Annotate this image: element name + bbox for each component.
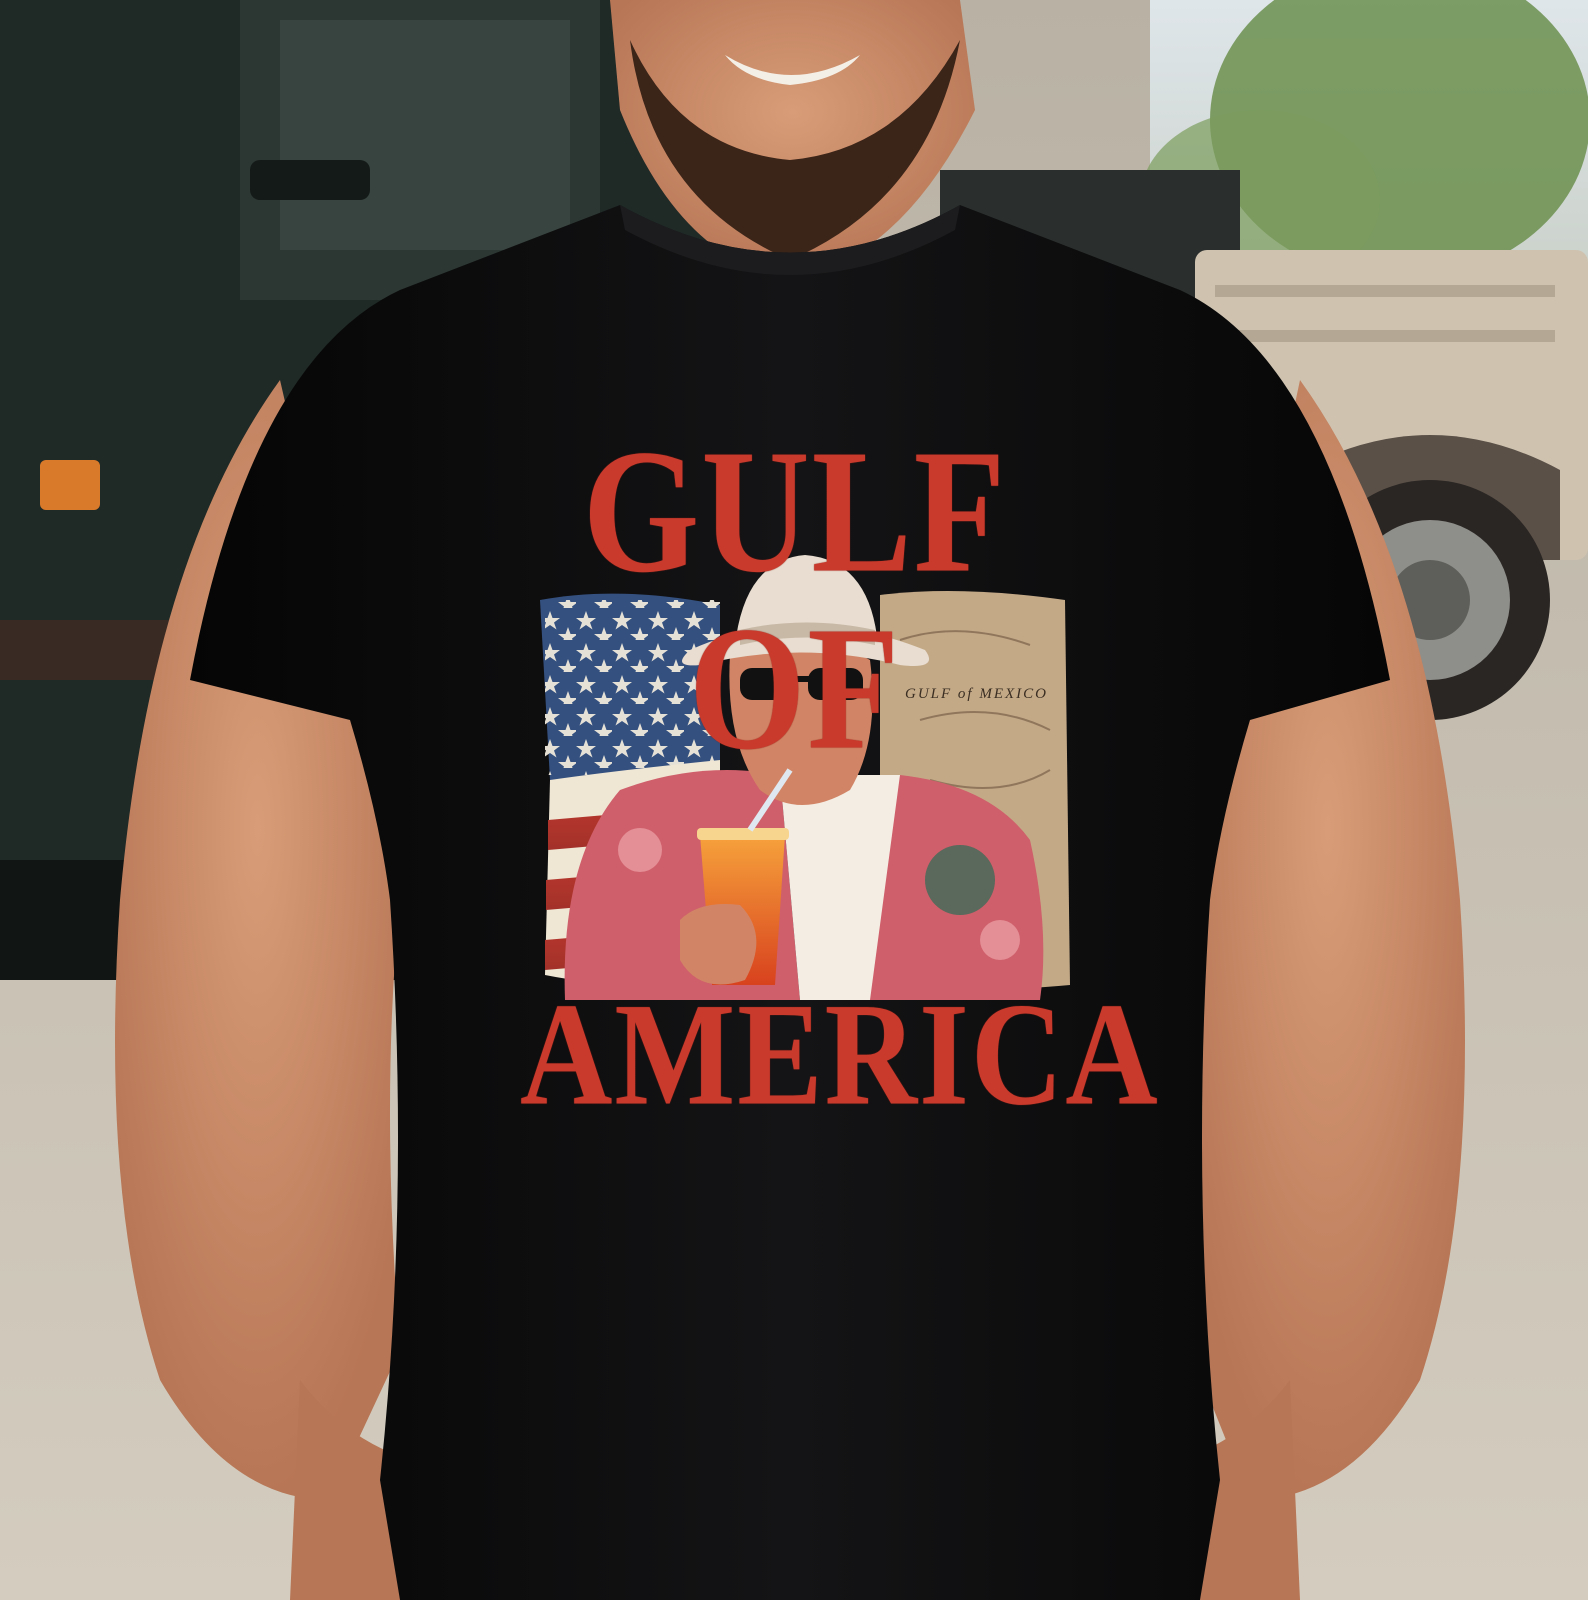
- scene-illustration: [0, 0, 1588, 1600]
- print-headline-bottom: AMERICA: [520, 972, 1160, 1136]
- print-map-label: GULF of MEXICO: [905, 686, 1048, 702]
- print-headline-top: GULF OF: [582, 413, 1008, 787]
- product-photo: GULF OF GULF of MEXICO AMERICA: [0, 0, 1588, 1600]
